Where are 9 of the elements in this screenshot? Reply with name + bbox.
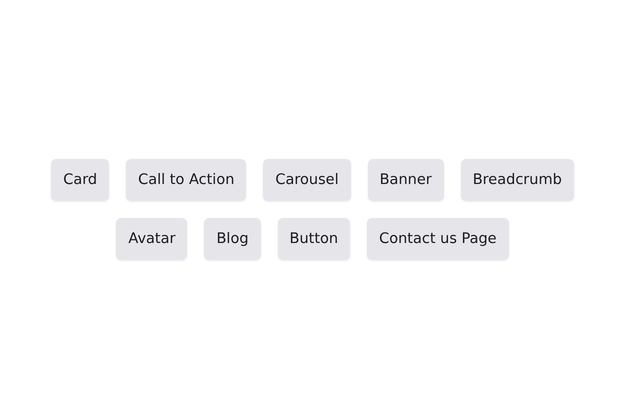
tag-button[interactable]: Button: [278, 218, 350, 260]
tag-button[interactable]: Call to Action: [126, 159, 246, 201]
tag-button[interactable]: Card: [51, 159, 110, 201]
tag-button[interactable]: Blog: [204, 218, 261, 260]
tag-button[interactable]: Avatar: [116, 218, 188, 260]
tag-button[interactable]: Banner: [368, 159, 444, 201]
tag-button[interactable]: Breadcrumb: [460, 159, 574, 201]
tag-button[interactable]: Contact us Page: [367, 218, 509, 260]
tag-button[interactable]: Carousel: [263, 159, 351, 201]
